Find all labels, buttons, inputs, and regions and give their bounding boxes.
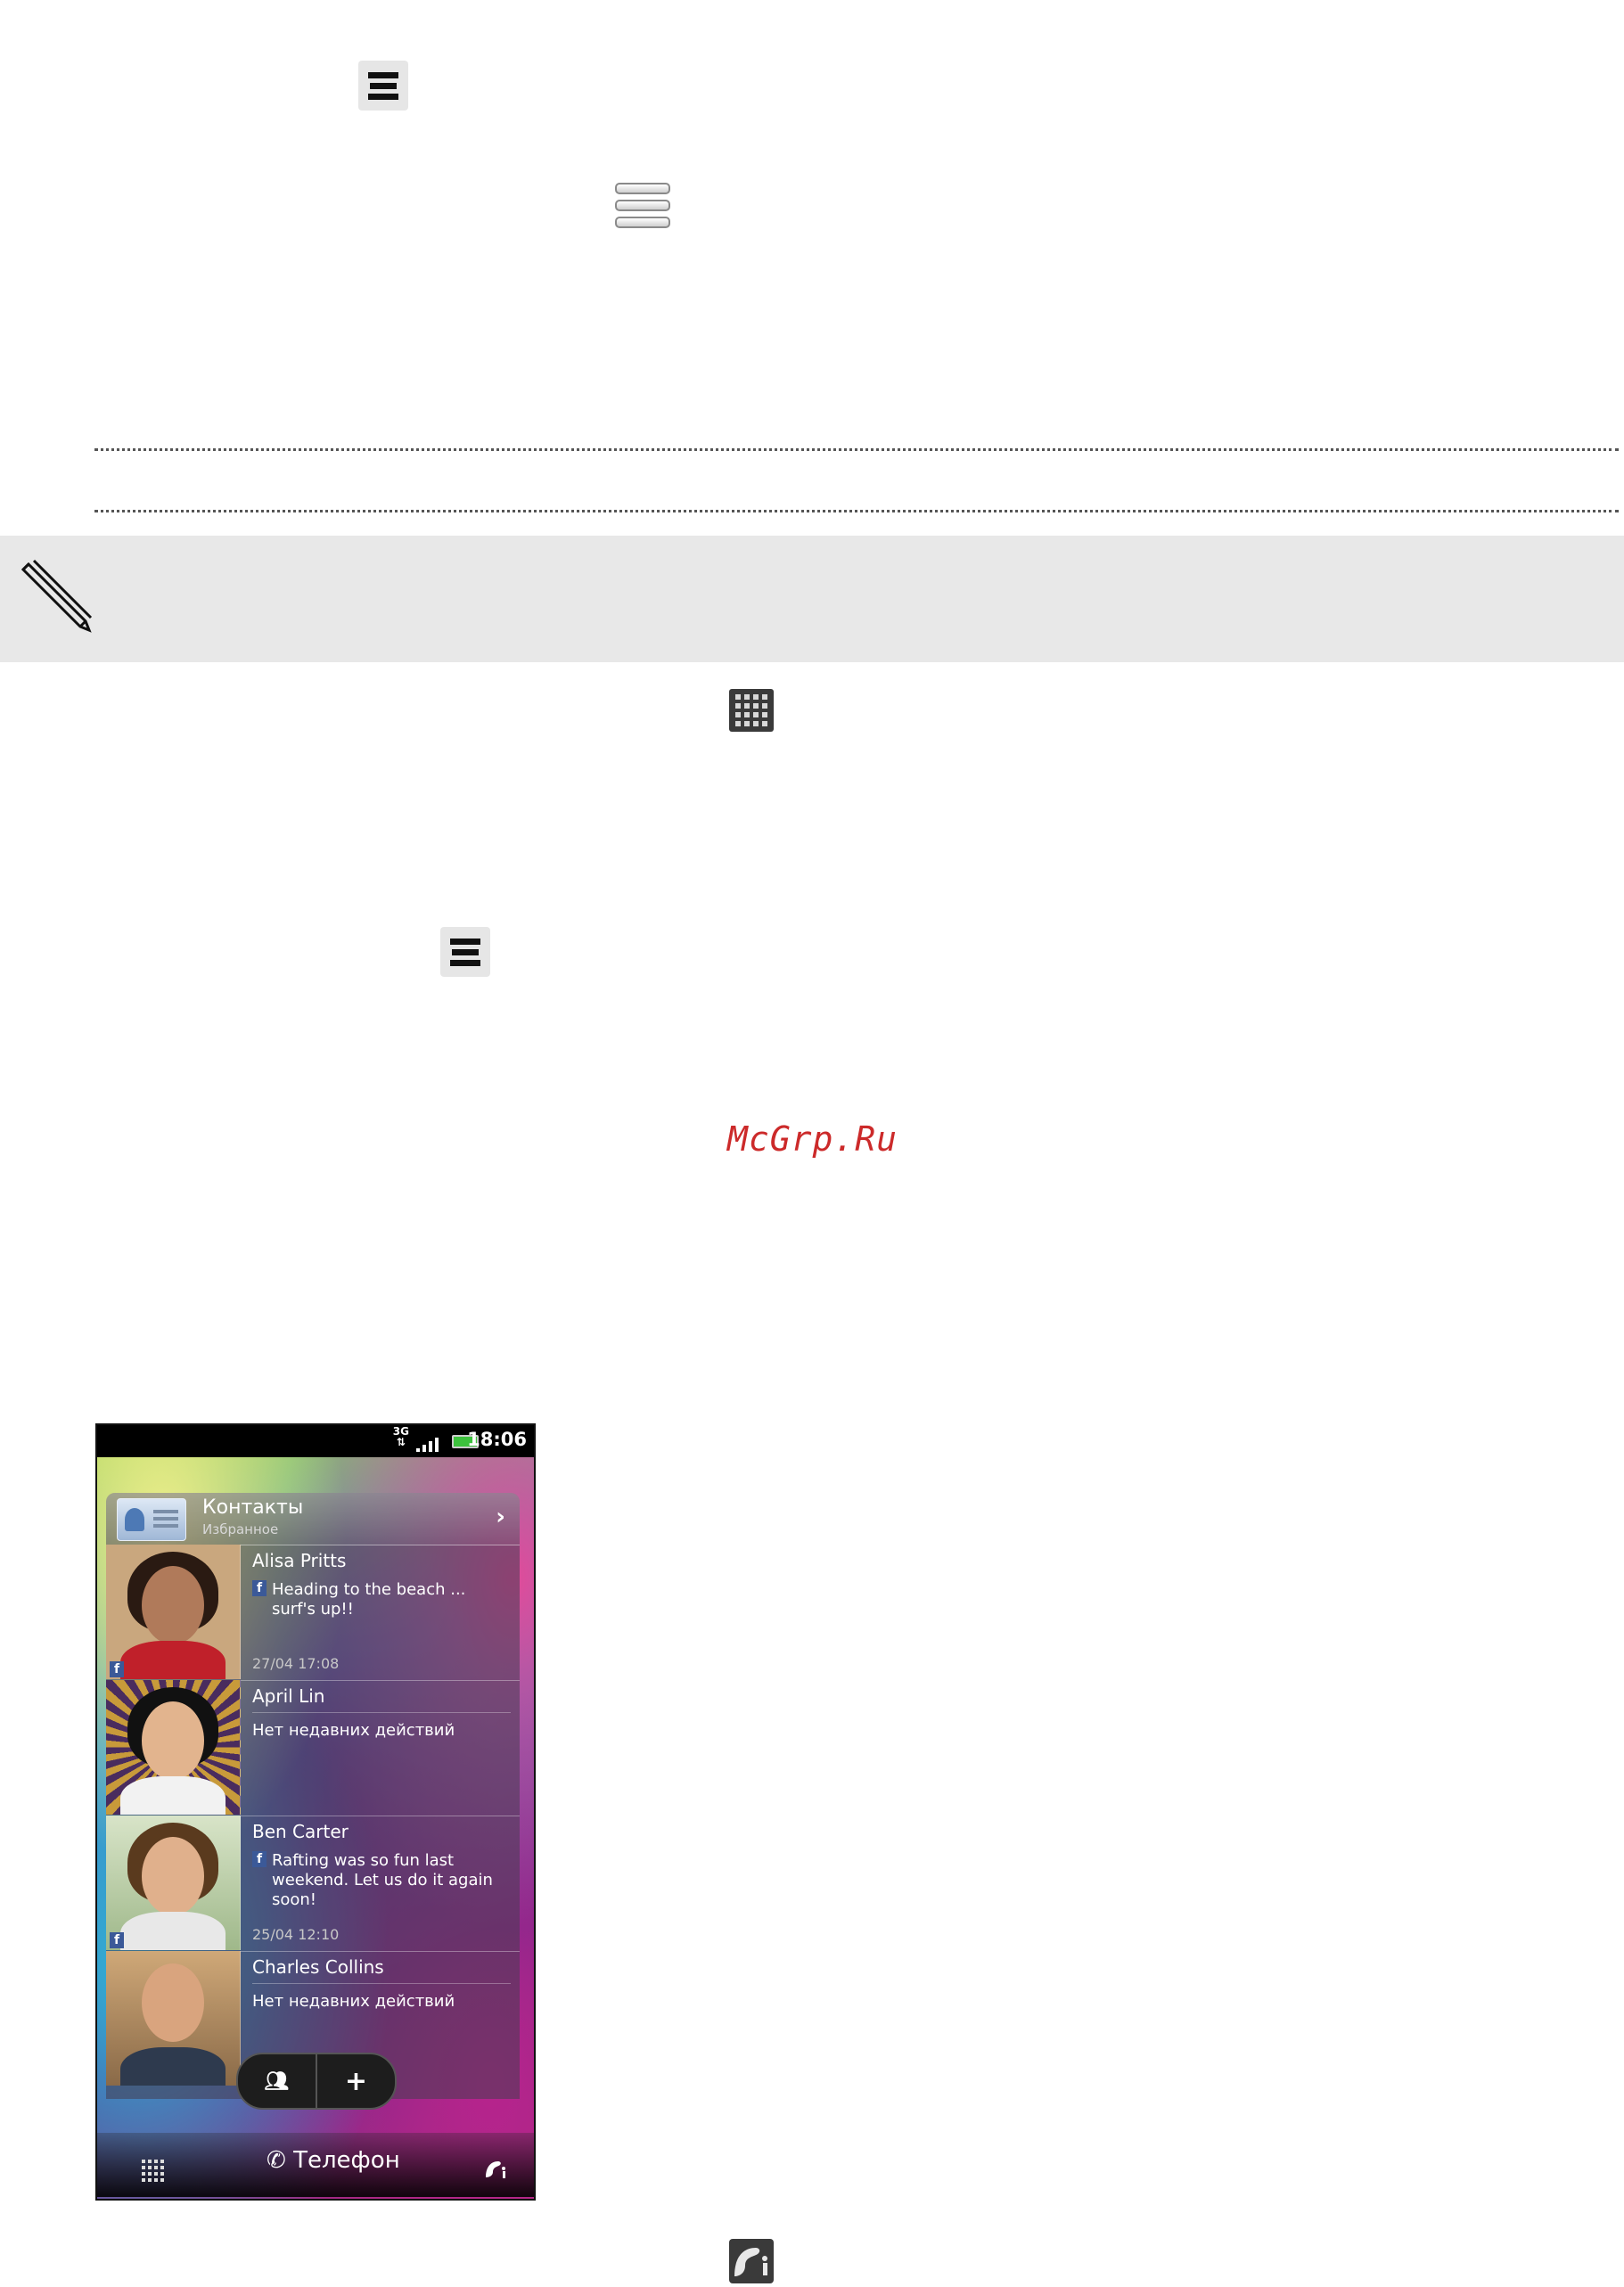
note-band [0, 536, 1624, 662]
all-apps-button[interactable] [142, 2160, 164, 2182]
add-contact-button[interactable]: + [316, 2054, 395, 2108]
contact-name: Charles Collins [252, 1956, 384, 1978]
dotted-divider [94, 510, 1619, 512]
widget-action-bar: 👥︎ + [236, 2053, 397, 2110]
contact-name: Alisa Pritts [252, 1550, 347, 1571]
facebook-icon: f [252, 1851, 267, 1867]
menu-icon [440, 927, 490, 977]
contact-name: April Lin [252, 1685, 325, 1707]
contacts-icon [117, 1498, 186, 1541]
status-time: 18:06 [467, 1429, 527, 1450]
menu-icon [358, 61, 408, 111]
avatar [106, 1680, 241, 1815]
people-icon: 👥︎ [264, 2070, 290, 2093]
contact-name: Ben Carter [252, 1821, 349, 1842]
groups-button[interactable]: 👥︎ [238, 2054, 316, 2108]
contact-time: 27/04 17:08 [252, 1655, 340, 1672]
widget-subtitle: Избранное [202, 1521, 279, 1537]
phone-button[interactable]: ✆ Телефон [267, 2147, 400, 2174]
contact-status: Нет недавних действий [252, 1992, 455, 2011]
contact-row[interactable]: f Ben Carter f Rafting was so fun last we… [106, 1816, 520, 1952]
avatar: f [106, 1816, 241, 1950]
pencil-icon [21, 559, 93, 633]
phone-icon: ✆ [267, 2147, 286, 2174]
contact-status: Нет недавних действий [252, 1721, 455, 1740]
personalize-glyph [734, 2248, 767, 2276]
contacts-widget: Контакты Избранное › f Alisa Pritts f Hea… [106, 1493, 520, 2099]
avatar [106, 1951, 241, 2086]
signal-icon [416, 1434, 441, 1452]
list-icon [615, 182, 670, 228]
all-apps-icon [729, 689, 774, 732]
plus-icon: + [344, 2065, 368, 2097]
widget-header[interactable]: Контакты Избранное › [106, 1493, 520, 1545]
contact-row[interactable]: April Lin Нет недавних действий [106, 1680, 520, 1816]
contact-time: 25/04 12:10 [252, 1926, 340, 1943]
avatar: f [106, 1545, 241, 1679]
facebook-icon: f [252, 1580, 267, 1596]
contact-row[interactable]: f Alisa Pritts f Heading to the beach ...… [106, 1545, 520, 1681]
watermark: McGrp.Ru [727, 1119, 898, 1159]
chevron-right-icon[interactable]: › [496, 1504, 505, 1530]
divider [252, 1712, 511, 1713]
launcher-dock: ✆ Телефон [97, 2133, 534, 2197]
all-apps-icon [142, 2160, 164, 2182]
facebook-icon: f [110, 1661, 124, 1677]
personalize-icon[interactable] [484, 2158, 509, 2179]
dotted-divider [94, 448, 1619, 451]
contact-status: f Heading to the beach ... surf's up!! [252, 1580, 511, 1619]
status-bar: 3G ⇅ 18:06 [97, 1425, 534, 1457]
facebook-icon: f [110, 1932, 124, 1948]
contact-status: f Rafting was so fun last weekend. Let us… [252, 1851, 511, 1910]
personalize-icon [729, 2239, 774, 2283]
widget-title: Контакты [202, 1496, 304, 1519]
phone-screenshot: 3G ⇅ 18:06 Контакты Избранное › f Alisa … [95, 1423, 536, 2201]
network-indicator: 3G ⇅ [392, 1425, 409, 1448]
divider [252, 1983, 511, 1984]
phone-label: Телефон [293, 2147, 400, 2174]
